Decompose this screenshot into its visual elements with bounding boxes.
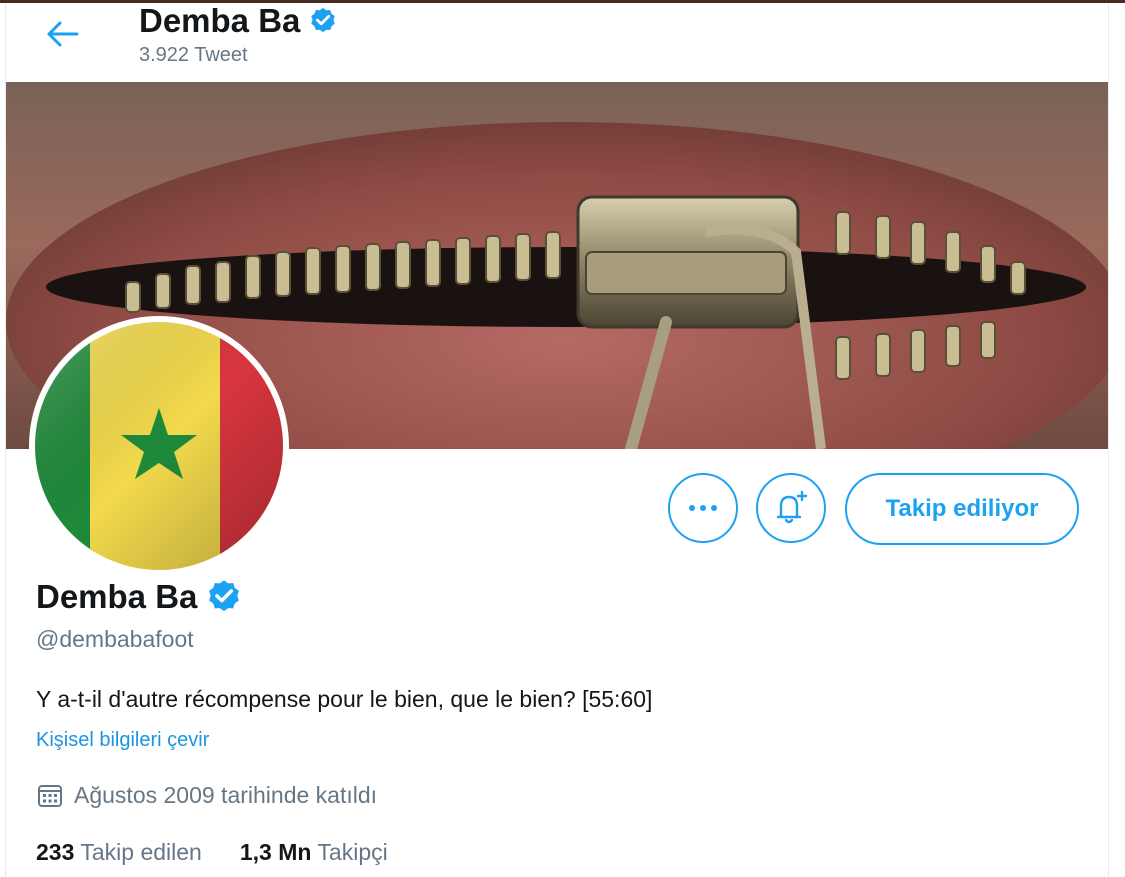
profile-name-text: Demba Ba <box>36 578 198 615</box>
more-options-button[interactable] <box>668 473 738 543</box>
profile-name: Demba Ba <box>36 578 243 616</box>
notifications-button[interactable] <box>756 473 826 543</box>
header-name: Demba Ba <box>139 2 338 40</box>
profile-stats: 233 Takip edilen 1,3 Mn Takipçi <box>36 839 388 866</box>
column-border-right <box>1108 3 1109 877</box>
back-button[interactable] <box>40 14 84 54</box>
calendar-icon <box>38 785 62 807</box>
header-name-text: Demba Ba <box>139 2 301 39</box>
verified-badge-icon <box>209 580 240 612</box>
more-dots-icon <box>689 505 717 511</box>
profile-bio: Y a-t-il d'autre récompense pour le bien… <box>36 686 653 712</box>
following-count: 233 <box>36 839 75 865</box>
translate-bio-link[interactable]: Kişisel bilgileri çevir <box>36 729 209 752</box>
senegal-flag <box>35 322 283 570</box>
joined-text: Ağustos 2009 tarihinde katıldı <box>74 781 378 808</box>
following-label: Takip edilen <box>80 839 202 865</box>
following-button[interactable]: Takip ediliyor <box>845 473 1079 545</box>
notification-bell-plus-icon <box>776 490 808 524</box>
following-stat[interactable]: 233 Takip edilen <box>36 839 202 866</box>
arrow-left-icon <box>47 21 79 47</box>
tweet-count: 3.922 Tweet <box>139 44 248 66</box>
followers-label: Takipçi <box>317 839 388 865</box>
profile-handle: @dembabafoot <box>36 626 194 652</box>
joined-date: Ağustos 2009 tarihinde katıldı <box>36 781 377 809</box>
verified-badge-icon <box>311 7 336 33</box>
followers-stat[interactable]: 1,3 Mn Takipçi <box>240 839 388 866</box>
profile-avatar[interactable] <box>29 316 289 576</box>
followers-count: 1,3 Mn <box>239 839 312 865</box>
